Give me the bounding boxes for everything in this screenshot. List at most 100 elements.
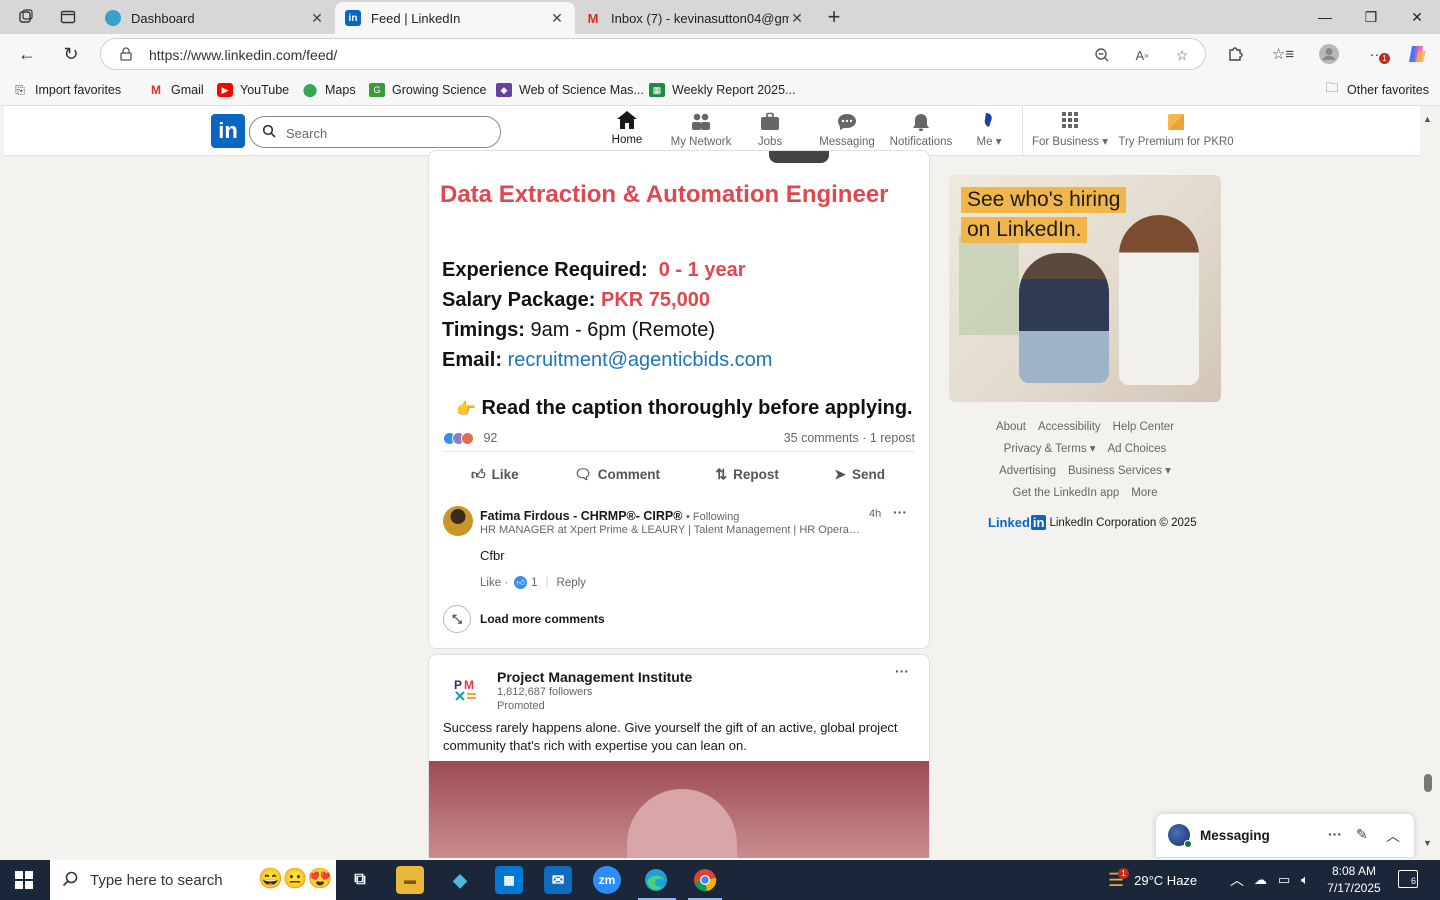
footer-link[interactable]: Business Services ▾ xyxy=(1068,465,1171,477)
favorites-icon[interactable]: ☆≡ xyxy=(1272,43,1294,65)
app-icon[interactable]: ◆ xyxy=(446,866,474,894)
footer-link[interactable]: Accessibility xyxy=(1038,421,1101,433)
tab-gmail-inbox[interactable]: M Inbox (7) - kevinasutton04@gmai ✕ xyxy=(575,2,815,34)
lock-icon[interactable] xyxy=(119,47,133,61)
extensions-icon[interactable] xyxy=(1224,43,1246,65)
favorite-star-icon[interactable]: ☆ xyxy=(1173,46,1191,64)
tab-dashboard[interactable]: Dashboard ✕ xyxy=(95,2,335,34)
comment-more-icon[interactable]: ··· xyxy=(893,504,907,520)
zoom-out-icon[interactable] xyxy=(1093,46,1111,64)
minimize-icon[interactable]: — xyxy=(1302,0,1348,34)
compose-icon[interactable]: ✎ xyxy=(1356,826,1368,843)
messaging-more-icon[interactable]: ··· xyxy=(1328,826,1342,842)
search-icon xyxy=(262,124,276,141)
bookmark-other-favorites[interactable]: 🗀 Other favorites xyxy=(1324,80,1429,99)
workspaces-icon[interactable] xyxy=(14,6,38,28)
pmi-logo[interactable]: PM xyxy=(451,675,481,705)
taskbar-search[interactable]: Type here to search 😄😐😍 xyxy=(50,860,336,900)
nav-home[interactable]: Home xyxy=(591,106,663,155)
like-button[interactable]: 👍︎ Like xyxy=(457,456,533,492)
comment-like-button[interactable]: Like · xyxy=(480,577,508,589)
nav-label: Notifications xyxy=(889,136,953,148)
copilot-icon[interactable] xyxy=(1406,43,1428,65)
nav-for-business[interactable]: For Business ▾ xyxy=(1030,106,1110,155)
nav-me[interactable]: Me ▾ xyxy=(962,106,1016,155)
commenter-name[interactable]: Fatima Firdous - CHRMP®- CIRP® • Followi… xyxy=(480,509,739,523)
address-bar[interactable]: https://www.linkedin.com/feed/ A» ☆ xyxy=(100,38,1206,70)
post-more-icon[interactable]: ··· xyxy=(895,663,909,679)
nav-jobs[interactable]: Jobs xyxy=(739,106,801,155)
notification-center-icon[interactable]: 6 xyxy=(1398,870,1418,888)
bookmark-gmail[interactable]: M Gmail xyxy=(148,81,204,99)
nav-notifications[interactable]: Notifications xyxy=(882,106,960,155)
close-tab-icon[interactable]: ✕ xyxy=(789,10,805,27)
footer-link[interactable]: About xyxy=(996,421,1026,433)
tab-actions-icon[interactable] xyxy=(56,6,80,28)
network-icon[interactable]: ▭ xyxy=(1278,860,1290,900)
microsoft-store-icon[interactable]: ▦ xyxy=(495,866,523,894)
commenter-avatar[interactable] xyxy=(443,506,473,536)
nav-try-premium[interactable]: Try Premium for PKR0 xyxy=(1116,106,1236,155)
comments-reposts-count[interactable]: 35 comments · 1 repost xyxy=(784,431,915,445)
zoom-app-icon[interactable]: zm xyxy=(593,866,621,894)
footer-link[interactable]: Advertising xyxy=(999,465,1056,477)
nav-messaging[interactable]: Messaging xyxy=(811,106,883,155)
bookmark-weekly-report[interactable]: ▦ Weekly Report 2025... xyxy=(649,81,795,99)
taskbar-clock[interactable]: 8:08 AM 7/17/2025 xyxy=(1322,863,1386,897)
footer-link[interactable]: Get the LinkedIn app xyxy=(1013,487,1120,499)
read-aloud-icon[interactable]: A» xyxy=(1133,46,1151,64)
hiring-ad[interactable]: See who's hiring on LinkedIn. xyxy=(949,175,1221,402)
footer-link[interactable]: Ad Choices xyxy=(1108,443,1167,455)
onedrive-icon[interactable]: ☁ xyxy=(1254,860,1267,900)
comment-button[interactable]: 🗨︎ Comment xyxy=(560,456,674,492)
email-link[interactable]: recruitment@agenticbids.com xyxy=(508,349,773,371)
messaging-icon xyxy=(835,111,859,133)
bookmark-growing-science[interactable]: G Growing Science xyxy=(369,81,487,99)
weather-widget[interactable]: ☰ 1 29°C Haze xyxy=(1108,860,1197,900)
start-button[interactable] xyxy=(0,860,48,900)
scrollbar-thumb[interactable] xyxy=(1424,774,1432,792)
volume-icon[interactable]: 🔈︎ xyxy=(1301,860,1309,900)
back-icon[interactable]: ← xyxy=(14,42,40,66)
url-text[interactable]: https://www.linkedin.com/feed/ xyxy=(149,47,337,63)
scroll-up-icon[interactable]: ▲ xyxy=(1423,114,1432,124)
close-tab-icon[interactable]: ✕ xyxy=(549,10,565,27)
org-name[interactable]: Project Management Institute xyxy=(497,669,692,685)
send-button[interactable]: ➤ Send xyxy=(820,456,899,492)
bookmark-youtube[interactable]: ▶ YouTube xyxy=(217,81,289,99)
chevron-up-icon[interactable]: ︿ xyxy=(1386,826,1400,846)
load-more-comments-button[interactable]: ⤡ Load more comments xyxy=(443,605,605,633)
mail-icon[interactable]: ✉ xyxy=(544,866,572,894)
scrollbar[interactable] xyxy=(1420,106,1436,858)
restore-icon[interactable]: ❐ xyxy=(1348,0,1394,34)
footer-link[interactable]: Help Center xyxy=(1113,421,1174,433)
task-view-icon[interactable]: ⧉ xyxy=(346,866,374,894)
repost-button[interactable]: ⇅ Repost xyxy=(701,456,793,492)
close-window-icon[interactable]: ✕ xyxy=(1394,0,1440,34)
bookmark-maps[interactable]: ⬤ Maps xyxy=(302,81,356,99)
reactions-summary[interactable]: 92 xyxy=(443,431,497,446)
footer-link[interactable]: Privacy & Terms ▾ xyxy=(1004,443,1096,455)
search-box[interactable] xyxy=(249,116,501,148)
new-tab-icon[interactable]: + xyxy=(822,4,846,29)
profile-icon[interactable] xyxy=(1318,43,1340,65)
nav-divider xyxy=(1022,106,1023,155)
bookmark-import-favorites[interactable]: ⎘ Import favorites xyxy=(12,81,121,99)
scroll-down-icon[interactable]: ▼ xyxy=(1423,838,1432,848)
tab-linkedin-feed[interactable]: in Feed | LinkedIn ✕ xyxy=(335,2,575,34)
footer-link[interactable]: More xyxy=(1131,487,1157,499)
refresh-icon[interactable]: ↻ xyxy=(58,42,84,66)
messaging-panel[interactable]: Messaging ··· ✎ ︿ xyxy=(1155,813,1415,858)
promo-image[interactable] xyxy=(429,761,929,858)
bookmark-web-of-science[interactable]: ◆ Web of Science Mas... xyxy=(496,81,644,99)
linkedin-logo[interactable]: in xyxy=(211,114,245,148)
chrome-browser-icon[interactable] xyxy=(691,866,719,894)
show-hidden-icons[interactable]: ︿ xyxy=(1230,860,1244,900)
file-explorer-icon[interactable]: ▬ xyxy=(396,866,424,894)
comment-reply-button[interactable]: Reply xyxy=(557,577,586,589)
close-tab-icon[interactable]: ✕ xyxy=(309,10,325,27)
edge-browser-icon[interactable] xyxy=(642,866,670,894)
nav-my-network[interactable]: My Network xyxy=(665,106,737,155)
search-input[interactable] xyxy=(286,123,486,143)
settings-menu-icon[interactable]: ··· 1 xyxy=(1366,43,1390,65)
